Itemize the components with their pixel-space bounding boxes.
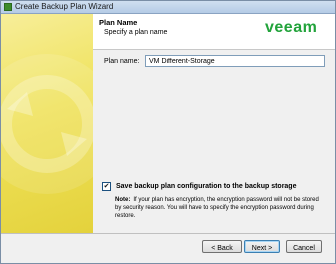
app-icon [4, 3, 12, 11]
plan-name-label: Plan name: [104, 58, 140, 65]
wizard-header: Plan Name Specify a plan name veeam [93, 14, 335, 50]
note-label: Note: [115, 197, 131, 203]
window-title: Create Backup Plan Wizard [15, 2, 114, 11]
page-title: Plan Name [99, 18, 138, 27]
cancel-button[interactable]: Cancel [286, 240, 322, 253]
plan-name-input[interactable] [145, 55, 325, 67]
veeam-logo: veeam [265, 18, 327, 38]
title-bar[interactable]: Create Backup Plan Wizard [1, 1, 335, 14]
save-config-checkbox[interactable]: ✔ [102, 182, 111, 191]
encryption-note: Note: If your plan has encryption, the en… [115, 196, 320, 220]
wizard-content: Plan name: ✔ Save backup plan configurat… [93, 50, 335, 233]
save-config-label: Save backup plan configuration to the ba… [116, 183, 297, 190]
wizard-sidebar-graphic [1, 14, 93, 233]
save-config-row[interactable]: ✔ Save backup plan configuration to the … [102, 182, 296, 191]
sync-arrows-icon [1, 54, 93, 194]
logo-text: veeam [265, 19, 318, 36]
page-subtitle: Specify a plan name [104, 29, 168, 36]
wizard-footer: < Back Next > Cancel [1, 233, 335, 263]
note-text: If your plan has encryption, the encrypt… [115, 197, 319, 219]
next-button[interactable]: Next > [244, 240, 280, 253]
back-button[interactable]: < Back [202, 240, 242, 253]
wizard-window: Create Backup Plan Wizard Plan Name Spec… [0, 0, 336, 264]
